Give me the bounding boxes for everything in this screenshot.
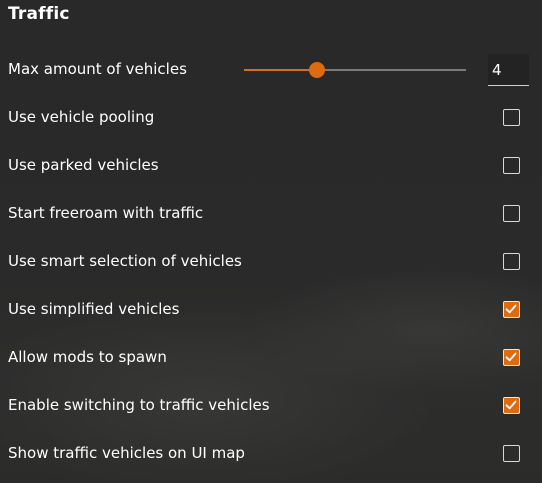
slider-fill [244, 69, 318, 71]
checkmark-icon [505, 304, 517, 314]
ui-map-checkbox[interactable] [503, 445, 520, 462]
option-row-freeroam-traffic[interactable]: Start freeroam with traffic [0, 190, 542, 238]
option-label: Use parked vehicles [8, 156, 159, 174]
section-title: Traffic [8, 4, 70, 24]
option-label: Start freeroam with traffic [8, 204, 204, 222]
traffic-settings-panel: Traffic Max amount of vehicles Use vehic… [0, 0, 542, 483]
checkmark-icon [505, 352, 517, 362]
max-vehicles-row: Max amount of vehicles [0, 46, 542, 94]
simplified-vehicles-checkbox[interactable] [503, 301, 520, 318]
option-row-smart-selection[interactable]: Use smart selection of vehicles [0, 238, 542, 286]
max-vehicles-slider[interactable] [244, 62, 466, 78]
option-label: Use smart selection of vehicles [8, 252, 242, 270]
freeroam-traffic-checkbox[interactable] [503, 205, 520, 222]
smart-selection-checkbox[interactable] [503, 253, 520, 270]
option-row-ui-map[interactable]: Show traffic vehicles on UI map [0, 430, 542, 478]
max-vehicles-input[interactable] [488, 54, 529, 86]
option-row-allow-mods[interactable]: Allow mods to spawn [0, 334, 542, 382]
option-row-vehicle-pooling[interactable]: Use vehicle pooling [0, 94, 542, 142]
option-label: Enable switching to traffic vehicles [8, 396, 270, 414]
option-row-simplified-vehicles[interactable]: Use simplified vehicles [0, 286, 542, 334]
max-vehicles-label: Max amount of vehicles [8, 60, 187, 78]
checkmark-icon [505, 400, 517, 410]
parked-vehicles-checkbox[interactable] [503, 157, 520, 174]
slider-thumb[interactable] [309, 62, 326, 78]
vehicle-pooling-checkbox[interactable] [503, 109, 520, 126]
option-row-parked-vehicles[interactable]: Use parked vehicles [0, 142, 542, 190]
option-label: Use vehicle pooling [8, 108, 155, 126]
allow-mods-checkbox[interactable] [503, 349, 520, 366]
option-row-switching-traffic[interactable]: Enable switching to traffic vehicles [0, 382, 542, 430]
option-label: Show traffic vehicles on UI map [8, 444, 245, 462]
option-label: Use simplified vehicles [8, 300, 180, 318]
option-label: Allow mods to spawn [8, 348, 167, 366]
switching-traffic-checkbox[interactable] [503, 397, 520, 414]
